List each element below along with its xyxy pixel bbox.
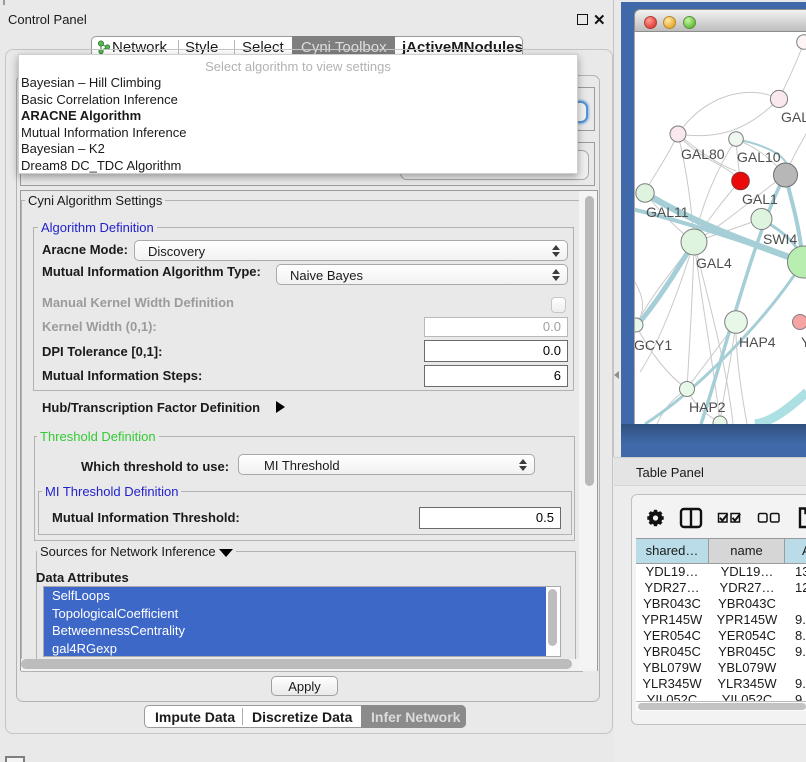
svg-text:GAL1: GAL1 — [742, 191, 778, 207]
svg-text:HAP2: HAP2 — [689, 399, 726, 415]
svg-text:HAP4: HAP4 — [739, 334, 776, 350]
svg-text:Y: Y — [801, 334, 806, 350]
svg-text:GAL10: GAL10 — [737, 149, 781, 165]
svg-text:SWI4: SWI4 — [763, 231, 797, 247]
svg-text:GAL11: GAL11 — [646, 204, 689, 220]
svg-text:GAL: GAL — [781, 109, 806, 125]
svg-text:GCY1: GCY1 — [635, 337, 672, 353]
svg-text:GAL4: GAL4 — [696, 255, 732, 271]
svg-text:GAL80: GAL80 — [681, 146, 725, 162]
